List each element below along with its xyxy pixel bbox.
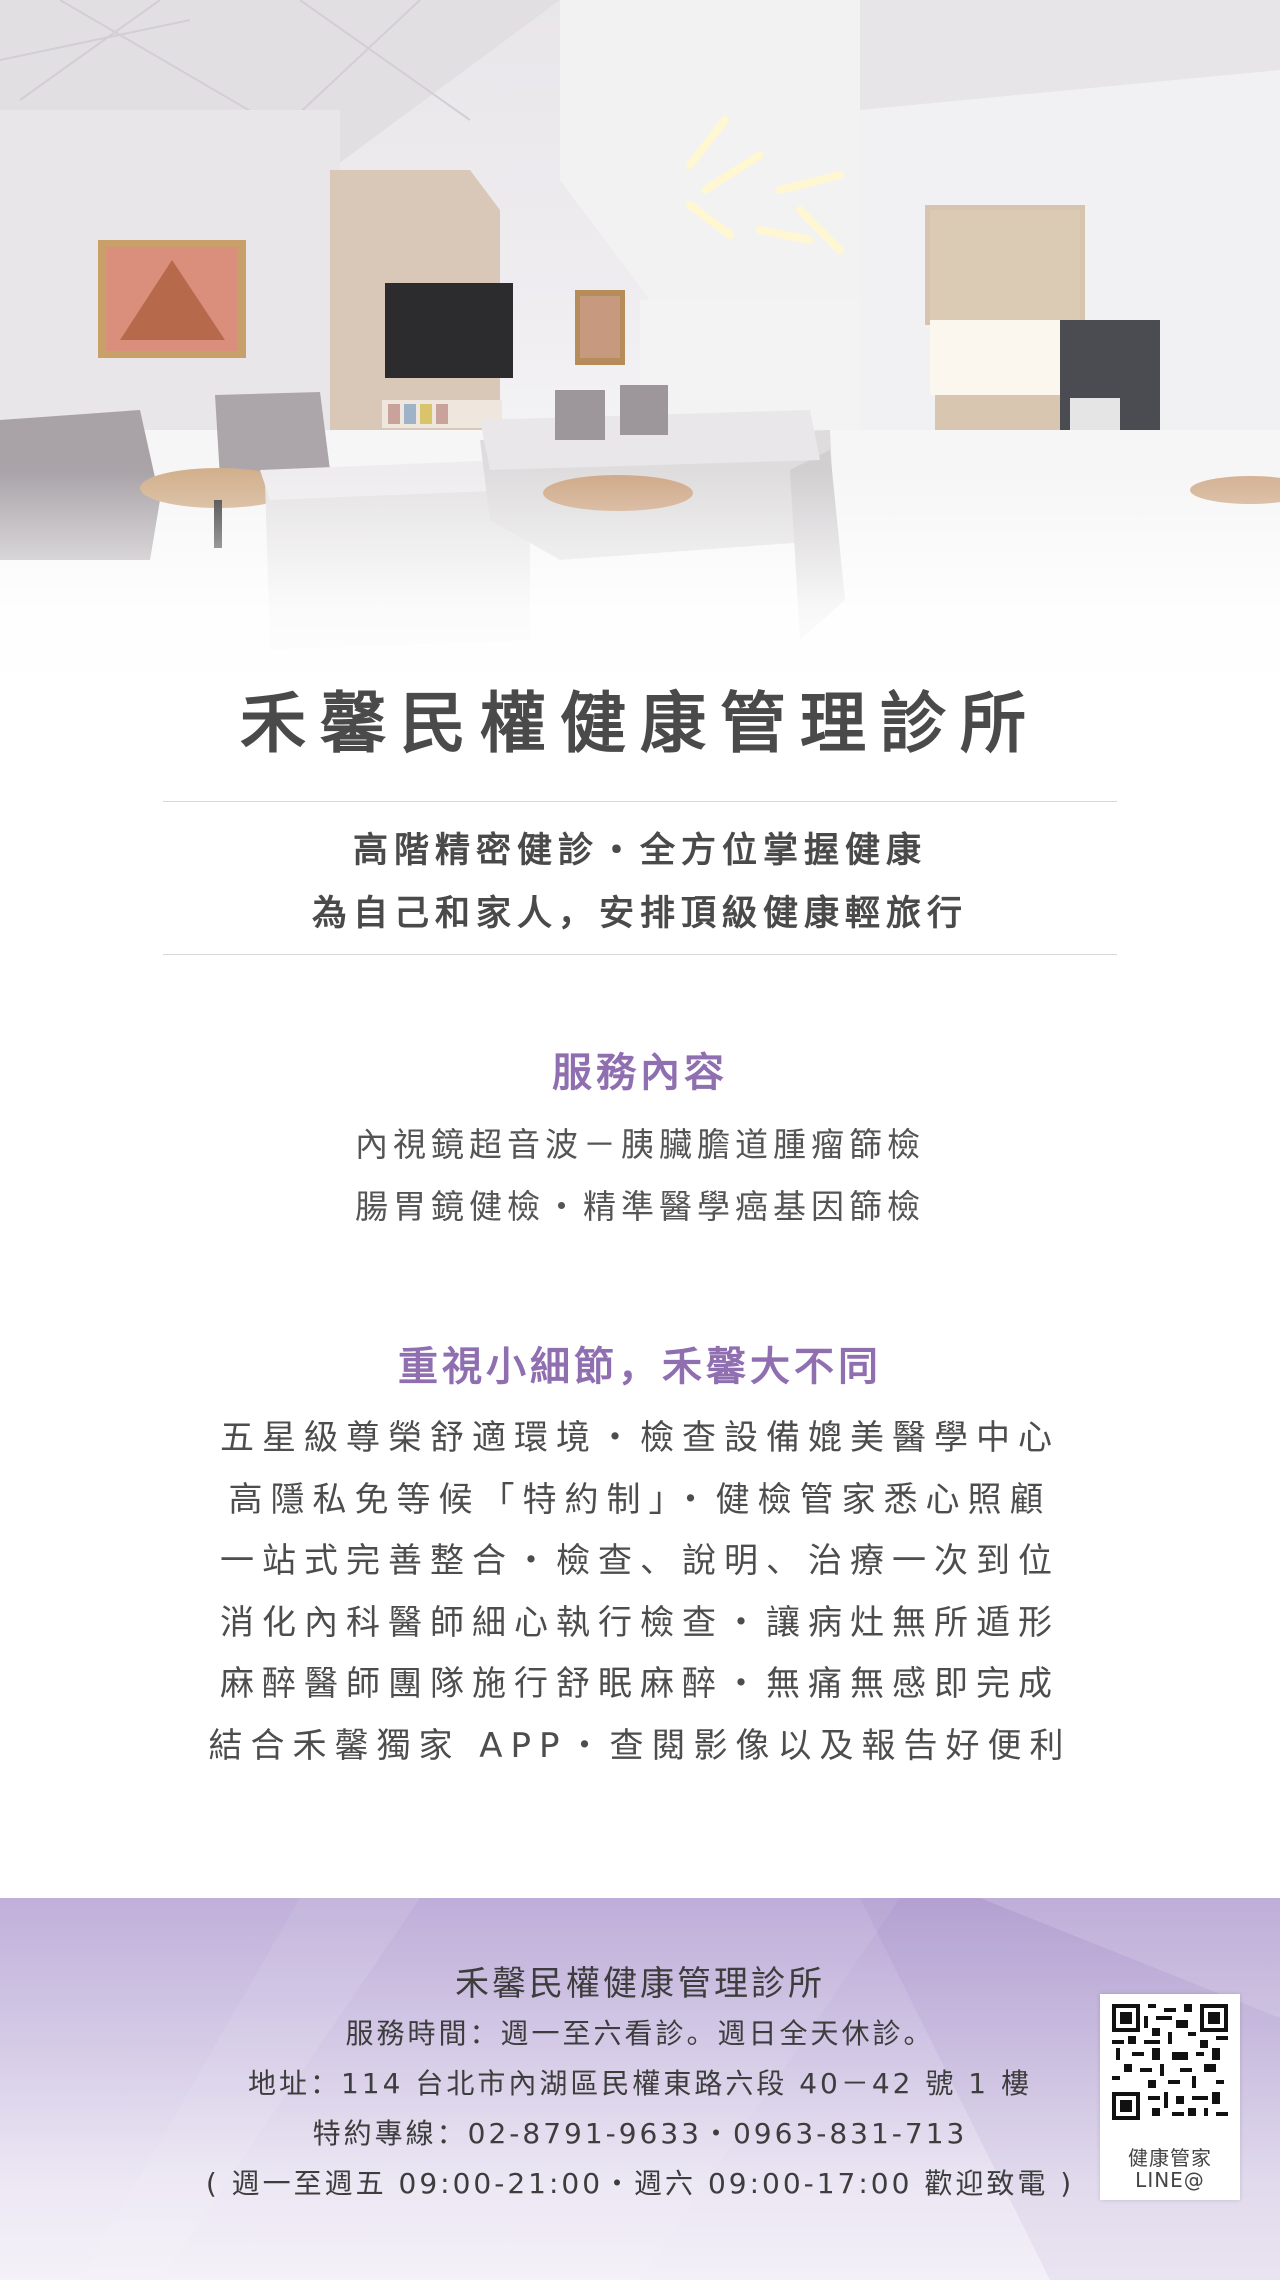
footer-contact: 禾馨民權健康管理診所 服務時間：週一至六看診。週日全天休診。 地址：114 台北… bbox=[0, 1898, 1280, 2280]
hero-fade-overlay bbox=[0, 470, 1280, 690]
clinic-title: 禾馨民權健康管理診所 bbox=[240, 685, 1040, 762]
footer-clinic-name: 禾馨民權健康管理診所 bbox=[455, 1964, 825, 2004]
hero-photo bbox=[0, 0, 1280, 690]
feature-line: 高隱私免等候「特約制」・健檢管家悉心照顧 bbox=[228, 1479, 1052, 1520]
qr-code-icon bbox=[1112, 2004, 1228, 2120]
service-line-2: 腸胃鏡健檢・精準醫學癌基因篩檢 bbox=[355, 1187, 925, 1226]
footer-phone-hours: ( 週一至週五 09:00-21:00・週六 09:00-17:00 歡迎致電 … bbox=[205, 2167, 1075, 2200]
footer-address: 地址：114 台北市內湖區民權東路六段 40－42 號 1 樓 bbox=[247, 2067, 1033, 2100]
feature-line: 結合禾馨獨家 APP・查閱影像以及報告好便利 bbox=[208, 1725, 1072, 1766]
service-line-1: 內視鏡超音波－胰臟膽道腫瘤篩檢 bbox=[355, 1125, 925, 1164]
feature-line: 消化內科醫師細心執行檢查・讓病灶無所遁形 bbox=[220, 1602, 1060, 1643]
services-heading: 服務內容 bbox=[552, 1050, 728, 1096]
features-list: 五星級尊榮舒適環境・檢查設備媲美醫學中心 高隱私免等候「特約制」・健檢管家悉心照… bbox=[0, 1408, 1280, 1777]
footer-phone: 特約專線：02-8791-9633・0963-831-713 bbox=[312, 2117, 968, 2150]
divider-top bbox=[163, 801, 1117, 802]
qr-label-line: LINE@ bbox=[1135, 2168, 1205, 2192]
divider-bottom bbox=[163, 954, 1117, 955]
features-heading: 重視小細節，禾馨大不同 bbox=[398, 1344, 882, 1390]
qr-label-title: 健康管家 bbox=[1128, 2146, 1212, 2170]
feature-line: 五星級尊榮舒適環境・檢查設備媲美醫學中心 bbox=[220, 1418, 1060, 1458]
tagline-line-1: 高階精密健診・全方位掌握健康 bbox=[352, 831, 927, 871]
footer-hours: 服務時間：週一至六看診。週日全天休診。 bbox=[345, 2017, 935, 2050]
tagline-line-2: 為自己和家人，安排頂級健康輕旅行 bbox=[311, 894, 968, 934]
line-qr-card[interactable]: 健康管家 LINE@ bbox=[1100, 1994, 1240, 2200]
feature-line: 麻醉醫師團隊施行舒眠麻醉・無痛無感即完成 bbox=[220, 1664, 1060, 1704]
feature-line: 一站式完善整合・檢查、說明、治療一次到位 bbox=[220, 1541, 1060, 1581]
